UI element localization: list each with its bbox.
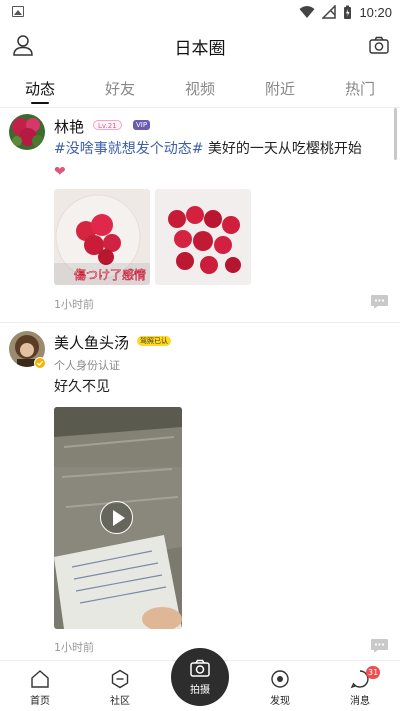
verified-icon (34, 357, 46, 369)
status-time: 10:20 (359, 4, 392, 20)
level-badge: Lv.21 (93, 120, 122, 130)
home-icon (31, 670, 49, 688)
image-notification-icon (12, 6, 24, 17)
tab-popular[interactable]: 热门 (330, 78, 390, 99)
active-tab-indicator (31, 102, 49, 104)
status-bar: 10:20 (0, 0, 400, 24)
post-card[interactable]: 林艳 Lv.21 VIP #没啥事就想发个动态# 美好的一天从吃樱桃开始 ❤ 傷つ… (0, 108, 400, 322)
nav-home-label: 首页 (30, 696, 50, 707)
discover-icon (271, 670, 289, 688)
shoot-label: 拍摄 (190, 685, 210, 696)
camera-icon (190, 659, 210, 677)
post-card[interactable]: 美人鱼头汤 驾照已认 个人身份认证 好久不见 1小时前 (0, 323, 400, 660)
signal-icon (322, 5, 337, 19)
tab-moments[interactable]: 动态 (10, 78, 70, 99)
battery-icon (344, 5, 352, 19)
nav-discover[interactable]: 发现 (250, 669, 310, 707)
nav-discover-label: 发现 (270, 696, 290, 707)
feed-tabs: 动态 好友 视频 附近 热门 (0, 68, 400, 108)
post-text: #没啥事就想发个动态# 美好的一天从吃樱桃开始 ❤ (54, 138, 389, 184)
wifi-icon (299, 6, 315, 18)
nav-messages-label: 消息 (350, 696, 370, 707)
app-header: 日本圈 (0, 24, 400, 68)
camera-icon[interactable] (369, 36, 389, 54)
page-title: 日本圈 (174, 39, 226, 59)
status-icons: 10:20 (299, 3, 392, 21)
nav-community-label: 社区 (110, 696, 130, 707)
message-count-badge: 31 (366, 666, 381, 679)
tab-nearby[interactable]: 附近 (250, 78, 310, 99)
vip-badge: VIP (133, 120, 151, 130)
comment-icon[interactable] (370, 294, 389, 309)
post-body: 美好的一天从吃樱桃开始 (203, 141, 362, 157)
post-photo[interactable]: 傷つけ了感情 (54, 189, 150, 285)
post-time: 1小时前 (54, 641, 94, 654)
post-time: 1小时前 (54, 298, 94, 311)
hashtag-link[interactable]: #没啥事就想发个动态# (54, 141, 203, 157)
post-video[interactable] (54, 407, 182, 629)
user-subtitle: 个人身份认证 (54, 359, 120, 372)
comment-icon[interactable] (370, 638, 389, 653)
post-photo[interactable] (155, 189, 251, 285)
tab-friends[interactable]: 好友 (90, 78, 150, 99)
community-icon (111, 669, 129, 689)
photo-caption: 傷つけ了感情 (74, 267, 146, 282)
nav-home[interactable]: 首页 (10, 669, 70, 707)
shoot-button[interactable]: 拍摄 (171, 648, 229, 706)
nav-community[interactable]: 社区 (90, 669, 150, 707)
post-username[interactable]: 林艳 (54, 116, 84, 137)
verification-badge: 驾照已认 (137, 336, 171, 346)
play-button[interactable] (100, 501, 133, 534)
tab-videos[interactable]: 视频 (170, 78, 230, 99)
avatar[interactable] (9, 114, 45, 150)
post-body: 好久不见 (54, 379, 110, 395)
nav-messages[interactable]: 31 消息 (330, 666, 390, 707)
heart-emoji: ❤ (54, 164, 66, 180)
post-username[interactable]: 美人鱼头汤 (54, 332, 129, 353)
